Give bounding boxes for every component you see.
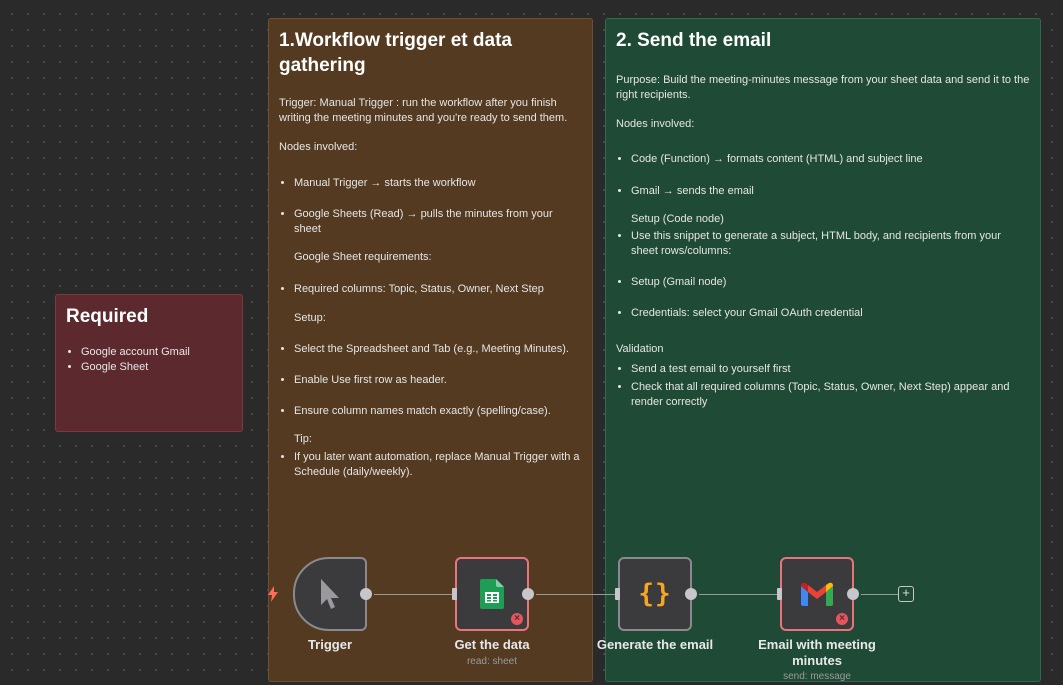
output-handle[interactable] <box>685 588 697 600</box>
section2-nodes-involved: Nodes involved: <box>616 118 695 130</box>
sticky-note-required[interactable]: Required Google account Gmail Google She… <box>55 294 243 432</box>
connection-line[interactable] <box>374 594 456 595</box>
node-subtitle-email-with-meeting-minutes: send: message <box>783 671 851 682</box>
section1-nodes-involved: Nodes involved: <box>279 141 358 153</box>
node-label-generate-the-email: Generate the email <box>596 637 714 652</box>
list-item: Google Sheet <box>81 360 232 375</box>
error-icon: × <box>511 613 523 625</box>
section1-trigger-text: Trigger: Manual Trigger : run the workfl… <box>279 97 568 124</box>
section1-setup-list: Select the Spreadsheet and Tab (e.g., Me… <box>279 342 582 419</box>
section2-list: Code (Function) → formats content (HTML)… <box>616 152 1030 199</box>
list-item: Code (Function) → formats content (HTML)… <box>631 152 1030 167</box>
error-icon: × <box>836 613 848 625</box>
section1-list: Manual Trigger → starts the workflow Goo… <box>279 176 582 237</box>
list-item: Manual Trigger → starts the workflow <box>294 176 582 191</box>
list-item: Setup (Gmail node) <box>631 275 1030 290</box>
section1-tip-list: If you later want automation, replace Ma… <box>279 450 582 480</box>
list-item: Check that all required columns (Topic, … <box>631 380 1030 410</box>
section2-validation: Validation <box>616 343 664 355</box>
list-item: Gmail → sends the email <box>631 184 1030 199</box>
output-handle[interactable] <box>522 588 534 600</box>
section1-columns-list: Required columns: Topic, Status, Owner, … <box>279 282 582 297</box>
code-braces-icon: {} <box>638 579 672 609</box>
node-label-get-the-data: Get the data <box>454 637 530 652</box>
list-item: Send a test email to yourself first <box>631 362 1030 377</box>
list-item: Enable Use first row as header. <box>294 373 582 388</box>
node-email-with-meeting-minutes[interactable]: × <box>777 557 859 631</box>
connection-line[interactable] <box>861 594 899 595</box>
node-get-the-data[interactable]: × <box>452 557 534 631</box>
node-subtitle-get-the-data: read: sheet <box>466 656 518 667</box>
list-item: Credentials: select your Gmail OAuth cre… <box>631 306 1030 321</box>
list-item: Google Sheets (Read) → pulls the minutes… <box>294 207 582 237</box>
section1-setup: Setup: <box>294 312 326 324</box>
section1-tip: Tip: <box>294 433 312 445</box>
section1-sheet-requirements: Google Sheet requirements: <box>294 251 432 263</box>
section2-setup-list: Use this snippet to generate a subject, … <box>616 229 1030 321</box>
list-item: Google account Gmail <box>81 345 232 360</box>
list-item: Ensure column names match exactly (spell… <box>294 404 582 419</box>
add-node-button[interactable]: + <box>898 586 914 602</box>
connection-line[interactable] <box>536 594 618 595</box>
required-title: Required <box>66 306 149 327</box>
list-item: Select the Spreadsheet and Tab (e.g., Me… <box>294 342 582 357</box>
section2-title: 2. Send the email <box>616 30 772 51</box>
google-sheets-icon <box>480 579 504 609</box>
section2-validation-list: Send a test email to yourself first Chec… <box>616 362 1030 410</box>
list-item: If you later want automation, replace Ma… <box>294 450 582 480</box>
output-handle[interactable] <box>360 588 372 600</box>
trigger-bolt-icon <box>267 586 279 602</box>
output-handle[interactable] <box>847 588 859 600</box>
section2-setup-code: Setup (Code node) <box>631 213 724 225</box>
list-item: Use this snippet to generate a subject, … <box>631 229 1030 259</box>
node-generate-the-email[interactable]: {} <box>615 557 697 631</box>
input-handle[interactable] <box>615 588 620 600</box>
list-item: Required columns: Topic, Status, Owner, … <box>294 282 582 297</box>
node-label-trigger: Trigger <box>307 637 353 652</box>
input-handle[interactable] <box>777 588 782 600</box>
connection-line[interactable] <box>699 594 781 595</box>
gmail-icon <box>801 582 833 606</box>
node-trigger[interactable] <box>293 557 372 631</box>
section1-title: 1.Workflow trigger et data gathering <box>279 30 512 76</box>
node-label-email-with-meeting-minutes: Email with meeting minutes <box>758 637 876 668</box>
input-handle[interactable] <box>452 588 457 600</box>
section2-purpose: Purpose: Build the meeting-minutes messa… <box>616 74 1030 101</box>
cursor-pointer-icon <box>317 577 343 611</box>
required-list: Google account Gmail Google Sheet <box>66 345 232 375</box>
